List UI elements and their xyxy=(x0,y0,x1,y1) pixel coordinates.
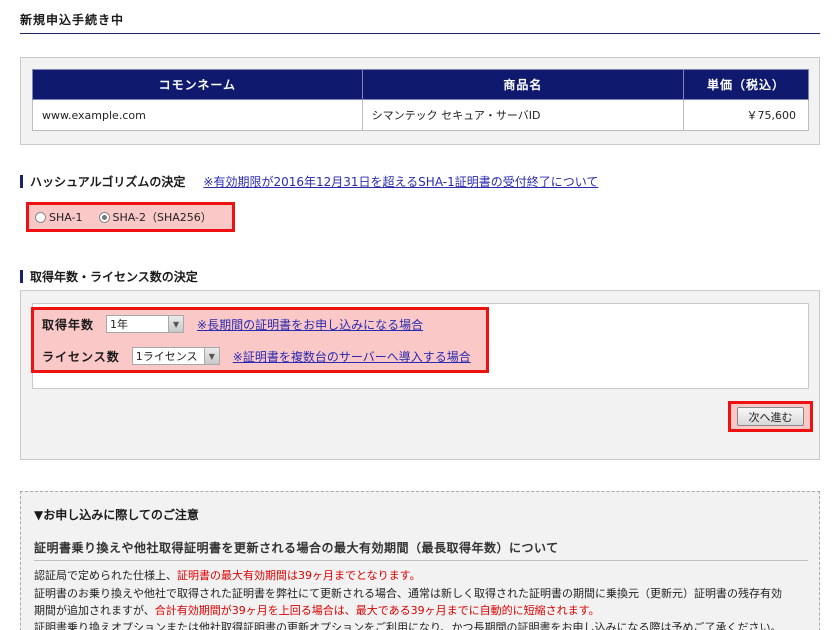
chevron-down-icon[interactable]: ▼ xyxy=(168,316,184,332)
radio-sha2[interactable]: SHA-2（SHA256） xyxy=(98,209,212,225)
notice-subtitle: 証明書乗り換えや他社取得証明書を更新される場合の最大有効期間（最長取得年数）につ… xyxy=(34,541,559,555)
chevron-down-icon[interactable]: ▼ xyxy=(203,348,219,364)
next-button[interactable]: 次へ進む xyxy=(737,407,804,426)
title-divider xyxy=(20,33,820,34)
licenses-select[interactable]: 1ライセンス ▼ xyxy=(131,347,220,365)
notice-line-3: 期間が追加されますが、合計有効期間が39ヶ月を上回る場合は、最大である39ヶ月ま… xyxy=(34,603,809,619)
hash-algorithm-options: SHA-1 SHA-2（SHA256） xyxy=(26,202,235,232)
licenses-select-value: 1ライセンス xyxy=(135,350,198,363)
notice-line-3-text: 期間が追加されますが、 xyxy=(34,604,155,617)
licenses-label: ライセンス数 xyxy=(42,349,120,364)
notice-line-2: 証明書のお乗り換えや他社で取得された証明書を弊社にて更新される場合、通常は新しく… xyxy=(34,587,782,600)
notice-line-1-text: 認証局で定められた仕様上、 xyxy=(34,569,177,582)
years-row: 取得年数 1年 ▼ ※長期間の証明書をお申し込みになる場合 xyxy=(42,315,423,333)
heading-bar-icon xyxy=(20,270,23,283)
license-section-heading: 取得年数・ライセンス数の決定 xyxy=(20,268,198,285)
product-table: コモンネーム 商品名 単価（税込） www.example.com シマンテック… xyxy=(32,69,809,131)
hash-heading-text: ハッシュアルゴリズムの決定 xyxy=(30,175,186,189)
hash-section-heading: ハッシュアルゴリズムの決定 ※有効期限が2016年12月31日を超えるSHA-1… xyxy=(20,173,598,190)
notice-line-4: 証明書乗り換えオプションまたは他社取得証明書の更新オプションをご利用になり、かつ… xyxy=(34,621,782,630)
radio-sha1[interactable]: SHA-1 xyxy=(35,211,83,224)
notice-title: ▼お申し込みに際してのご注意 xyxy=(34,508,199,522)
notice-line-3-warning: 合計有効期間が39ヶ月を上回る場合は、最大である39ヶ月までに自動的に短縮されま… xyxy=(154,604,600,617)
product-summary-panel: コモンネーム 商品名 単価（税込） www.example.com シマンテック… xyxy=(20,57,820,145)
radio-sha1-label: SHA-1 xyxy=(49,210,83,224)
years-select-value: 1年 xyxy=(110,318,129,331)
column-header-common-name: コモンネーム xyxy=(32,69,363,100)
radio-unchecked-icon[interactable] xyxy=(35,211,46,223)
long-term-certificate-link[interactable]: ※長期間の証明書をお申し込みになる場合 xyxy=(197,316,423,333)
license-heading-text: 取得年数・ライセンス数の決定 xyxy=(30,270,198,284)
notice-line-1: 認証局で定められた仕様上、証明書の最大有効期間は39ヶ月までとなります。 xyxy=(34,568,809,584)
years-select[interactable]: 1年 ▼ xyxy=(106,315,185,333)
years-label: 取得年数 xyxy=(42,317,95,332)
table-row: www.example.com シマンテック セキュア・サーバID ￥75,60… xyxy=(32,99,809,131)
column-header-product-name: 商品名 xyxy=(361,69,685,100)
heading-bar-icon xyxy=(20,175,23,188)
cell-common-name: www.example.com xyxy=(32,99,363,131)
licenses-row: ライセンス数 1ライセンス ▼ ※証明書を複数台のサーバーへ導入する場合 xyxy=(42,347,471,365)
radio-sha2-label: SHA-2（SHA256） xyxy=(112,211,212,224)
notice-line-1-warning: 証明書の最大有効期間は39ヶ月までとなります。 xyxy=(177,569,421,582)
page-title: 新規申込手続き中 xyxy=(20,13,125,27)
radio-checked-icon[interactable] xyxy=(98,211,110,223)
multi-server-license-link[interactable]: ※証明書を複数台のサーバーへ導入する場合 xyxy=(233,348,471,365)
notice-panel: ▼お申し込みに際してのご注意 証明書乗り換えや他社取得証明書を更新される場合の最… xyxy=(20,491,820,630)
license-options-highlight: 取得年数 1年 ▼ ※長期間の証明書をお申し込みになる場合 ライセンス数 1ライ… xyxy=(31,307,489,373)
sha1-termination-link[interactable]: ※有効期限が2016年12月31日を超えるSHA-1証明書の受付終了について xyxy=(203,173,598,190)
cell-unit-price: ￥75,600 xyxy=(683,99,809,131)
cell-product-name: シマンテック セキュア・サーバID xyxy=(361,99,685,131)
notice-divider xyxy=(34,560,808,561)
next-button-highlight: 次へ進む xyxy=(728,401,813,432)
column-header-unit-price: 単価（税込） xyxy=(683,69,809,100)
